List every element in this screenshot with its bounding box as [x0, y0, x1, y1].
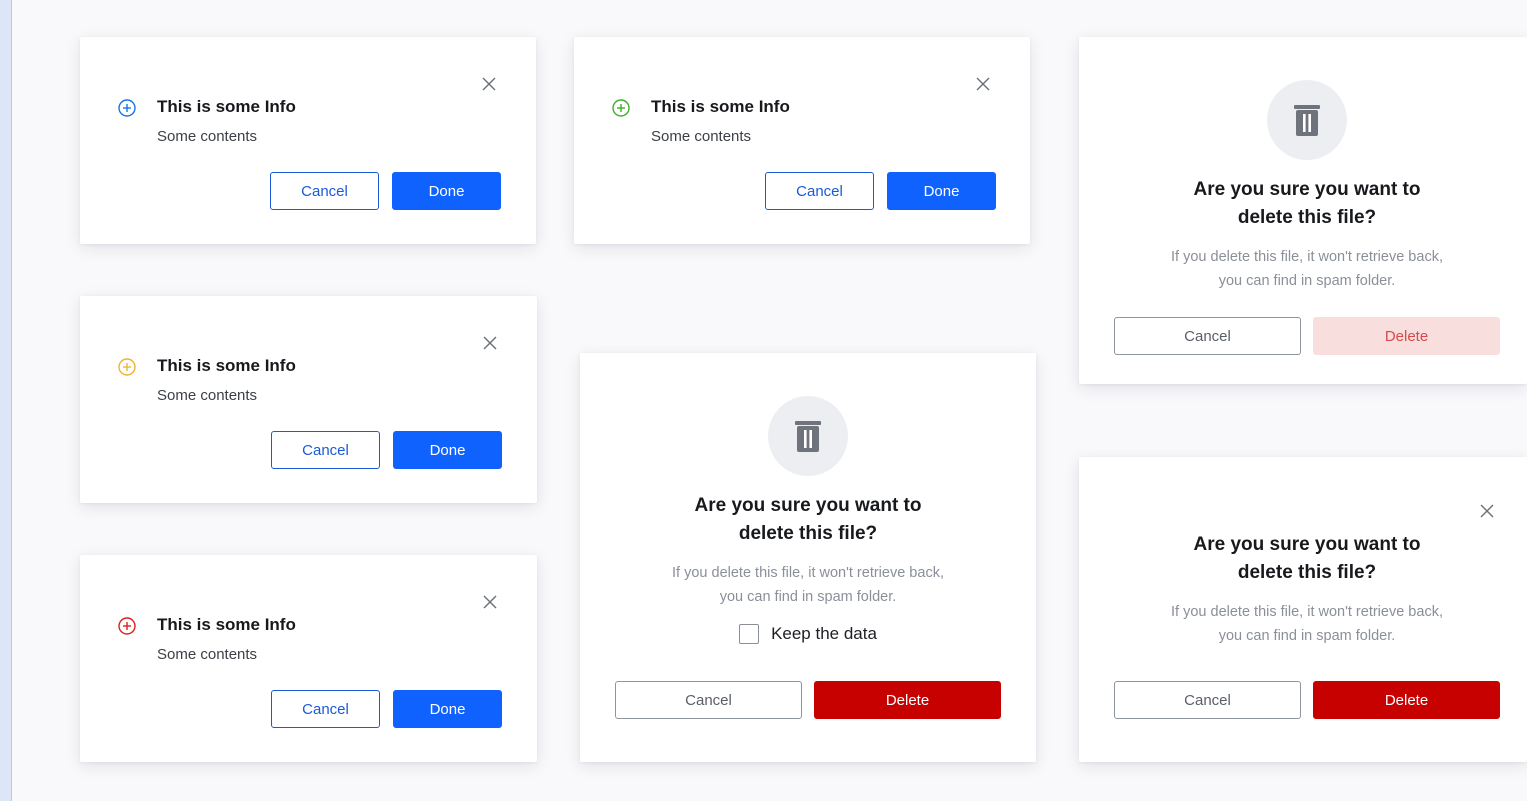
plus-circle-icon — [612, 99, 630, 117]
dialog-title: Are you sure you want to delete this fil… — [1193, 179, 1421, 228]
close-icon[interactable] — [481, 76, 497, 92]
cancel-button[interactable]: Cancel — [1114, 681, 1301, 719]
dialog-description: If you delete this file, it won't retrie… — [1171, 604, 1443, 644]
close-icon[interactable] — [482, 594, 498, 610]
left-edge-panel — [0, 0, 12, 801]
keep-data-option[interactable]: Keep the data — [580, 624, 1036, 644]
dialog-title: Are you sure you want to delete this fil… — [1193, 534, 1421, 583]
delete-dialog-with-checkbox: Are you sure you want to delete this fil… — [580, 353, 1036, 762]
dialog-title: This is some Info — [651, 97, 790, 116]
plus-circle-icon — [118, 617, 136, 635]
cancel-button[interactable]: Cancel — [271, 431, 380, 469]
keep-data-checkbox[interactable] — [739, 624, 760, 644]
dialog-description: If you delete this file, it won't retrie… — [672, 565, 944, 605]
dialog-content: Some contents — [157, 128, 258, 145]
dialog-content: Some contents — [157, 646, 258, 663]
close-icon[interactable] — [482, 335, 498, 351]
done-button[interactable]: Done — [393, 431, 502, 469]
info-dialog-warning: This is some Info Some contents Cancel D… — [80, 296, 537, 503]
done-button[interactable]: Done — [393, 690, 502, 728]
dialog-title: This is some Info — [157, 356, 296, 375]
cancel-button[interactable]: Cancel — [615, 681, 802, 719]
dialog-title: This is some Info — [157, 97, 296, 116]
delete-button-disabled: Delete — [1313, 317, 1500, 355]
dialog-description: If you delete this file, it won't retrie… — [1171, 249, 1443, 289]
trash-icon-badge — [768, 396, 848, 476]
close-icon[interactable] — [1479, 503, 1495, 519]
dialog-title: Are you sure you want to delete this fil… — [694, 495, 922, 544]
done-button[interactable]: Done — [887, 172, 996, 210]
delete-dialog-with-close: Are you sure you want to delete this fil… — [1079, 457, 1527, 762]
info-dialog-error: This is some Info Some contents Cancel D… — [80, 555, 537, 762]
delete-button[interactable]: Delete — [814, 681, 1001, 719]
plus-circle-icon — [118, 358, 136, 376]
trash-icon — [1294, 105, 1320, 136]
trash-icon — [795, 421, 821, 452]
delete-button[interactable]: Delete — [1313, 681, 1500, 719]
cancel-button[interactable]: Cancel — [1114, 317, 1301, 355]
trash-icon-badge — [1267, 80, 1347, 160]
delete-dialog-disabled: Are you sure you want to delete this fil… — [1079, 37, 1527, 384]
cancel-button[interactable]: Cancel — [270, 172, 379, 210]
dialog-content: Some contents — [651, 128, 752, 145]
close-icon[interactable] — [975, 76, 991, 92]
info-dialog-info: This is some Info Some contents Cancel D… — [80, 37, 536, 244]
cancel-button[interactable]: Cancel — [765, 172, 874, 210]
info-dialog-success: This is some Info Some contents Cancel D… — [574, 37, 1030, 244]
done-button[interactable]: Done — [392, 172, 501, 210]
checkbox-label: Keep the data — [771, 624, 877, 643]
cancel-button[interactable]: Cancel — [271, 690, 380, 728]
plus-circle-icon — [118, 99, 136, 117]
dialog-content: Some contents — [157, 387, 258, 404]
dialog-title: This is some Info — [157, 615, 296, 634]
